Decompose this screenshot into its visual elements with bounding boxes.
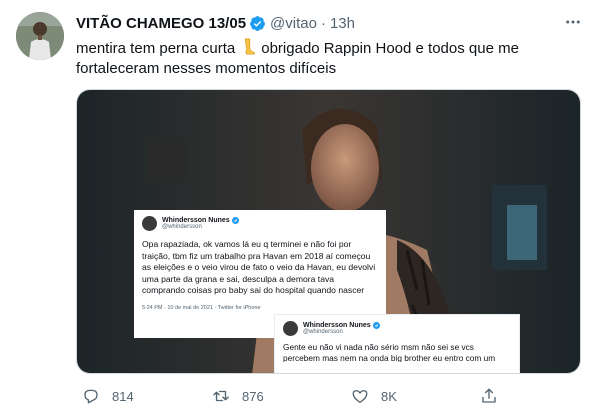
embedded-avatar [142, 216, 157, 231]
tweet-header: VITÃO CHAMEGO 13/05 @vitao · 13h [76, 13, 355, 33]
tweet-timestamp[interactable]: 13h [330, 15, 355, 32]
share-icon [482, 388, 496, 403]
leg-emoji-icon [245, 38, 256, 55]
tweet-actions: 814 876 8K [76, 385, 581, 407]
tweet[interactable]: VITÃO CHAMEGO 13/05 @vitao · 13h mentira… [0, 0, 597, 413]
retweet-button[interactable]: 876 [212, 385, 264, 407]
retweet-icon [213, 390, 229, 402]
embedded-tweet-text: Opa rapaziada, ok vamos lá eu q terminei… [142, 239, 376, 296]
more-options-button[interactable] [562, 12, 584, 32]
more-icon [566, 20, 580, 24]
embedded-tweet-card-2: Whindersson Nunes @whindersson Gente eu … [275, 315, 519, 373]
embedded-author-handle: @whindersson [303, 329, 343, 335]
author-handle[interactable]: @vitao [270, 15, 317, 32]
embedded-author-name: Whindersson Nunes [303, 322, 371, 329]
tweet-image[interactable]: Whindersson Nunes @whindersson Opa rapaz… [76, 89, 581, 374]
verified-badge-icon [231, 217, 239, 224]
reply-button[interactable]: 814 [82, 385, 134, 407]
tweet-text: mentira tem perna curta obrigado Rappin … [76, 38, 576, 79]
embedded-author-name: Whindersson Nunes [162, 217, 230, 224]
embedded-author-handle: @whindersson [162, 224, 202, 230]
embedded-avatar [283, 321, 298, 336]
verified-badge-icon [372, 322, 380, 329]
embedded-tweet-meta: 5:24 PM · 10 de mai de 2021 · Twitter fo… [142, 304, 261, 311]
verified-badge-icon [250, 15, 265, 31]
share-button[interactable] [480, 385, 498, 407]
author-avatar[interactable] [16, 12, 64, 60]
separator-dot: · [320, 14, 326, 32]
tweet-text-part-1: mentira tem perna curta [76, 40, 236, 57]
like-button[interactable]: 8K [351, 385, 397, 407]
like-icon [352, 390, 368, 404]
embedded-tweet-text: Gente eu não vi nada não sério msm não s… [283, 342, 496, 362]
retweet-count: 876 [242, 388, 264, 404]
reply-count: 814 [112, 388, 134, 404]
reply-icon [84, 389, 98, 404]
author-name[interactable]: VITÃO CHAMEGO 13/05 [76, 15, 246, 32]
like-count: 8K [381, 388, 397, 404]
